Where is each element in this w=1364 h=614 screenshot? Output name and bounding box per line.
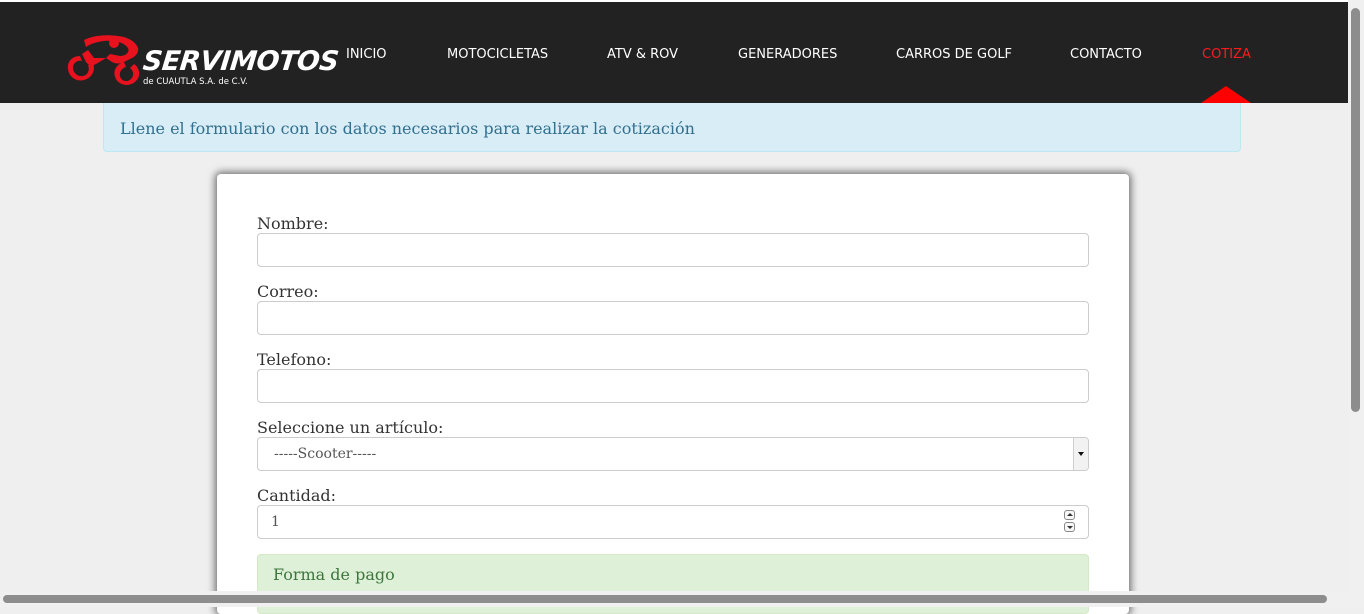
phone-label: Telefono: (257, 350, 332, 369)
increment-icon[interactable] (1064, 510, 1075, 520)
quantity-value: 1 (271, 514, 280, 530)
nav-item-contacto[interactable]: CONTACTO (1070, 47, 1142, 63)
name-input[interactable] (257, 233, 1089, 267)
motorcycle-logo-icon (67, 35, 140, 85)
quote-form-card: Nombre: Correo: Telefono: Seleccione un … (217, 174, 1129, 614)
email-input[interactable] (257, 301, 1089, 335)
phone-input[interactable] (257, 369, 1089, 403)
info-alert: Llene el formulario con los datos necesa… (103, 103, 1241, 152)
active-nav-indicator-arrow (1201, 86, 1251, 103)
quantity-stepper[interactable]: 1 (257, 505, 1089, 539)
nav-item-generadores[interactable]: GENERADORES (738, 47, 837, 63)
vertical-scrollbar-thumb[interactable] (1351, 8, 1360, 412)
name-label: Nombre: (257, 214, 329, 233)
nav-item-cotiza[interactable]: COTIZA (1202, 47, 1251, 63)
top-navbar: SERVIMOTOS de CUAUTLA S.A. de C.V. INICI… (0, 2, 1348, 103)
article-select[interactable]: -----Scooter----- (257, 437, 1089, 471)
dropdown-arrow-icon[interactable] (1073, 438, 1088, 470)
info-alert-text: Llene el formulario con los datos necesa… (120, 119, 695, 138)
decrement-icon[interactable] (1064, 522, 1075, 532)
nav-item-carros-de-golf[interactable]: CARROS DE GOLF (896, 47, 1012, 63)
payment-method-heading: Forma de pago (273, 565, 395, 584)
nav-item-inicio[interactable]: INICIO (346, 47, 387, 63)
nav-item-motocicletas[interactable]: MOTOCICLETAS (447, 47, 548, 63)
nav-item-atv-rov[interactable]: ATV & ROV (607, 47, 678, 63)
article-label: Seleccione un artículo: (257, 418, 444, 437)
brand-name: SERVIMOTOS (141, 46, 340, 77)
email-label: Correo: (257, 282, 319, 301)
brand-logo[interactable]: SERVIMOTOS de CUAUTLA S.A. de C.V. (66, 34, 340, 90)
quantity-label: Cantidad: (257, 486, 337, 505)
brand-subtitle: de CUAUTLA S.A. de C.V. (143, 77, 248, 87)
horizontal-scrollbar-thumb[interactable] (3, 595, 1327, 603)
article-select-value: -----Scooter----- (274, 446, 377, 462)
scrollbar-corner (1348, 591, 1364, 607)
